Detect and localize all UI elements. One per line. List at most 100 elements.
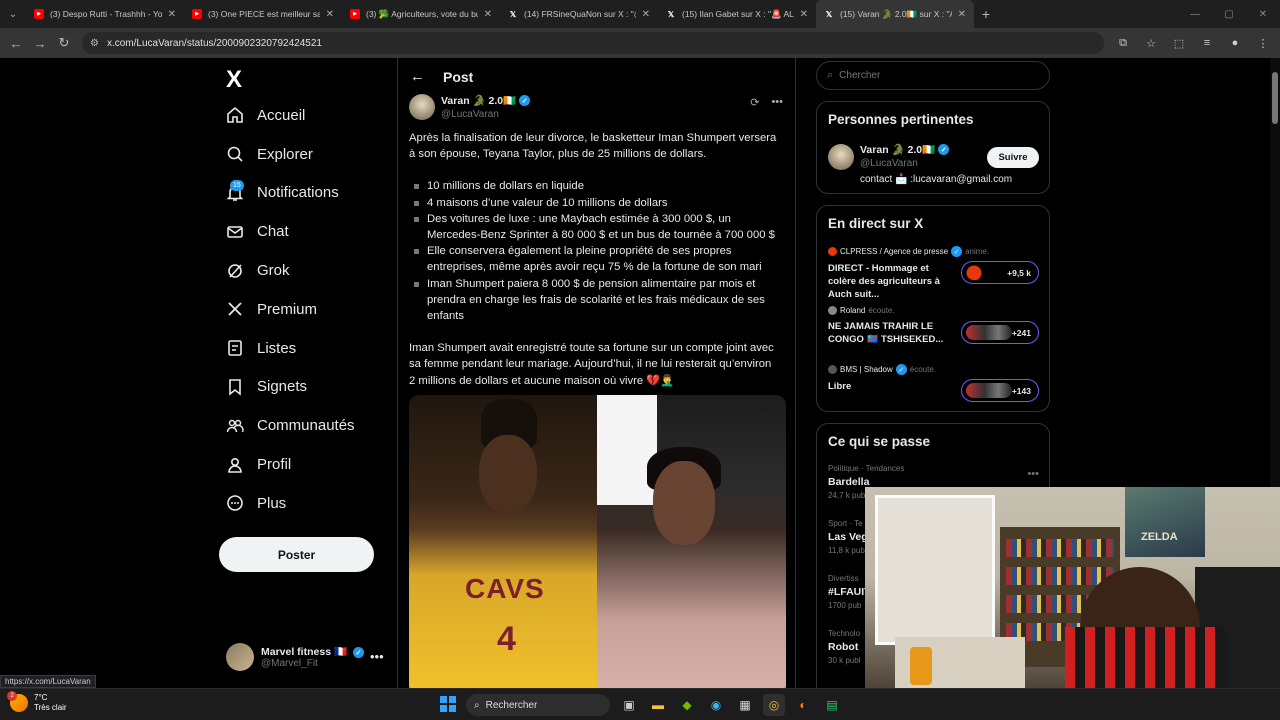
site-info-icon[interactable]: ⚙: [90, 38, 99, 49]
post-author[interactable]: Varan 🐊 2.0🇨🇮 ✓ @LucaVaran: [409, 94, 531, 120]
window-controls: — ▢ ✕: [1178, 0, 1280, 28]
close-tab-icon[interactable]: ✕: [642, 9, 650, 20]
photo-backdrop: [597, 395, 657, 505]
browser-tab-active[interactable]: 𝕏 (15) Varan 🐊 2.0🇨🇮 sur X : "Ap... ✕: [816, 0, 974, 28]
trend-category: Politique · Tendances: [828, 464, 905, 473]
relevant-handle[interactable]: @LucaVaran: [860, 158, 918, 169]
nav-item-more[interactable]: Plus: [226, 484, 355, 523]
browser-menu-icon[interactable]: ⋮: [1254, 32, 1272, 54]
browser-tab[interactable]: ▶ (3) Despo Rutti - Trashhh - YouTube ✕: [26, 0, 184, 28]
relevant-name[interactable]: Varan 🐊 2.0🇨🇮 ✓: [860, 143, 950, 156]
post-bullet: Elle conservera également la pleine prop…: [409, 243, 779, 275]
nav-item-notifications[interactable]: 15 Notifications: [226, 174, 355, 213]
task-view-icon[interactable]: ▣: [618, 694, 640, 716]
close-tab-icon[interactable]: ✕: [484, 9, 492, 20]
listener-avatars: [966, 325, 1012, 340]
extensions-icon[interactable]: ⬚: [1170, 32, 1188, 54]
firefox-icon[interactable]: ◐: [792, 694, 814, 716]
x-icon: 𝕏: [825, 9, 833, 19]
source-action: anime.: [965, 247, 990, 256]
edge-icon[interactable]: ◉: [705, 694, 727, 716]
cast-icon[interactable]: ⧉: [1114, 32, 1132, 54]
browser-tab[interactable]: ▶ (3) One PIECE est meilleur sans ... ✕: [184, 0, 342, 28]
post-outro: Iman Shumpert avait enregistré toute sa …: [409, 342, 774, 387]
account-name: Marvel fitness 🇫🇷 ✓: [261, 645, 364, 659]
webcam-poster: ZELDA: [1125, 487, 1205, 557]
post-button[interactable]: Poster: [219, 537, 374, 572]
shelf-row: [1006, 567, 1114, 585]
chrome-icon[interactable]: ◎: [763, 694, 785, 716]
browser-tab[interactable]: ▶ (3) 🥦 Agriculteurs, vote du bu... ✕: [342, 0, 500, 28]
avatar[interactable]: [828, 144, 854, 170]
live-item[interactable]: BMS | Shadow ✓ écoute. Libre +143: [828, 364, 1040, 402]
scrollbar-thumb[interactable]: [1272, 72, 1278, 124]
close-window-icon[interactable]: ✕: [1246, 9, 1280, 20]
nav-item-communities[interactable]: Communautés: [226, 406, 355, 445]
live-card: En direct sur X CLPRESS / Agence de pres…: [816, 205, 1050, 412]
weather-widget[interactable]: 2 7°C Très clair: [7, 691, 67, 713]
nav-label: Notifications: [257, 184, 339, 202]
search-placeholder: Chercher: [839, 70, 881, 81]
tab-search-menu-icon[interactable]: ⌄: [0, 0, 26, 28]
file-explorer-icon[interactable]: ▬: [647, 694, 669, 716]
nav-item-grok[interactable]: Grok: [226, 251, 355, 290]
store-icon[interactable]: ▦: [734, 694, 756, 716]
app-icon[interactable]: ▤: [821, 694, 843, 716]
live-title: NE JAMAIS TRAHIR LE CONGO 🇨🇩 TSHISEKED..…: [828, 321, 944, 345]
windows-start-icon[interactable]: [440, 696, 456, 712]
nav-item-premium[interactable]: Premium: [226, 290, 355, 329]
nav-item-chat[interactable]: Chat: [226, 212, 355, 251]
avatar[interactable]: [409, 94, 435, 120]
post-header: ← Post: [410, 68, 473, 85]
verified-icon: ✓: [938, 144, 950, 155]
author-name[interactable]: Varan 🐊 2.0🇨🇮 ✓: [441, 94, 531, 107]
back-arrow-icon[interactable]: ←: [410, 68, 425, 85]
forward-icon[interactable]: →: [28, 36, 52, 51]
listener-count: +9,5 k: [961, 261, 1039, 284]
post-media[interactable]: CAVS 4: [409, 395, 786, 688]
minimize-icon[interactable]: —: [1178, 9, 1212, 20]
close-tab-icon[interactable]: ✕: [326, 9, 334, 20]
photo-woman[interactable]: [597, 395, 786, 688]
browser-tab[interactable]: 𝕏 (15) Ilan Gabet sur X : "🚨 ALER... ✕: [658, 0, 816, 28]
nav-item-bookmarks[interactable]: Signets: [226, 368, 355, 407]
account-switcher[interactable]: Marvel fitness 🇫🇷 ✓ @Marvel_Fit •••: [226, 643, 384, 671]
bookmark-star-icon[interactable]: ☆: [1142, 32, 1160, 54]
x-logo[interactable]: X: [226, 66, 242, 94]
new-tab-button[interactable]: +: [974, 6, 998, 22]
close-tab-icon[interactable]: ✕: [958, 9, 966, 20]
link-preview: https://x.com/LucaVaran: [0, 675, 96, 688]
webcam-overlay: ZELDA: [865, 487, 1280, 688]
live-item[interactable]: CLPRESS / Agence de presse ✓ anime. DIRECT…: [828, 246, 1040, 301]
grok-explain-icon[interactable]: ⟳: [750, 96, 759, 109]
profile-icon[interactable]: ●: [1226, 32, 1244, 54]
card-title: Ce qui se passe: [828, 434, 931, 449]
photo-basketball-player[interactable]: CAVS 4: [409, 395, 597, 688]
person-icon: [226, 456, 244, 474]
close-tab-icon[interactable]: ✕: [800, 9, 808, 20]
tab-label: (3) 🥦 Agriculteurs, vote du bu...: [366, 8, 478, 19]
live-item[interactable]: Roland écoute. NE JAMAIS TRAHIR LE CONGO …: [828, 306, 1040, 346]
reload-icon[interactable]: ↻: [52, 35, 76, 51]
more-icon[interactable]: •••: [370, 649, 384, 664]
taskbar-search[interactable]: ⌕ Rechercher: [466, 694, 610, 716]
listener-avatars: [966, 383, 1012, 398]
nav-item-profile[interactable]: Profil: [226, 445, 355, 484]
live-source: Roland écoute.: [828, 306, 1040, 315]
author-handle[interactable]: @LucaVaran: [441, 109, 530, 120]
search-input[interactable]: ⌕ Chercher: [816, 61, 1050, 90]
nvidia-icon[interactable]: ◆: [676, 694, 698, 716]
browser-tab[interactable]: 𝕏 (14) FRSineQuaNon sur X : "@T... ✕: [500, 0, 658, 28]
maximize-icon[interactable]: ▢: [1212, 9, 1246, 20]
jersey-number: 4: [497, 620, 516, 658]
follow-button[interactable]: Suivre: [987, 147, 1039, 168]
nav-item-explore[interactable]: Explorer: [226, 135, 355, 174]
nav-item-lists[interactable]: Listes: [226, 329, 355, 368]
reading-list-icon[interactable]: ≡: [1198, 32, 1216, 54]
close-tab-icon[interactable]: ✕: [168, 9, 176, 20]
back-icon[interactable]: ←: [4, 36, 28, 51]
more-icon[interactable]: •••: [771, 96, 783, 109]
nav-item-home[interactable]: Accueil: [226, 96, 355, 135]
list-icon: [226, 339, 244, 357]
address-bar[interactable]: ⚙ x.com/LucaVaran/status/200090232079242…: [82, 32, 1104, 54]
